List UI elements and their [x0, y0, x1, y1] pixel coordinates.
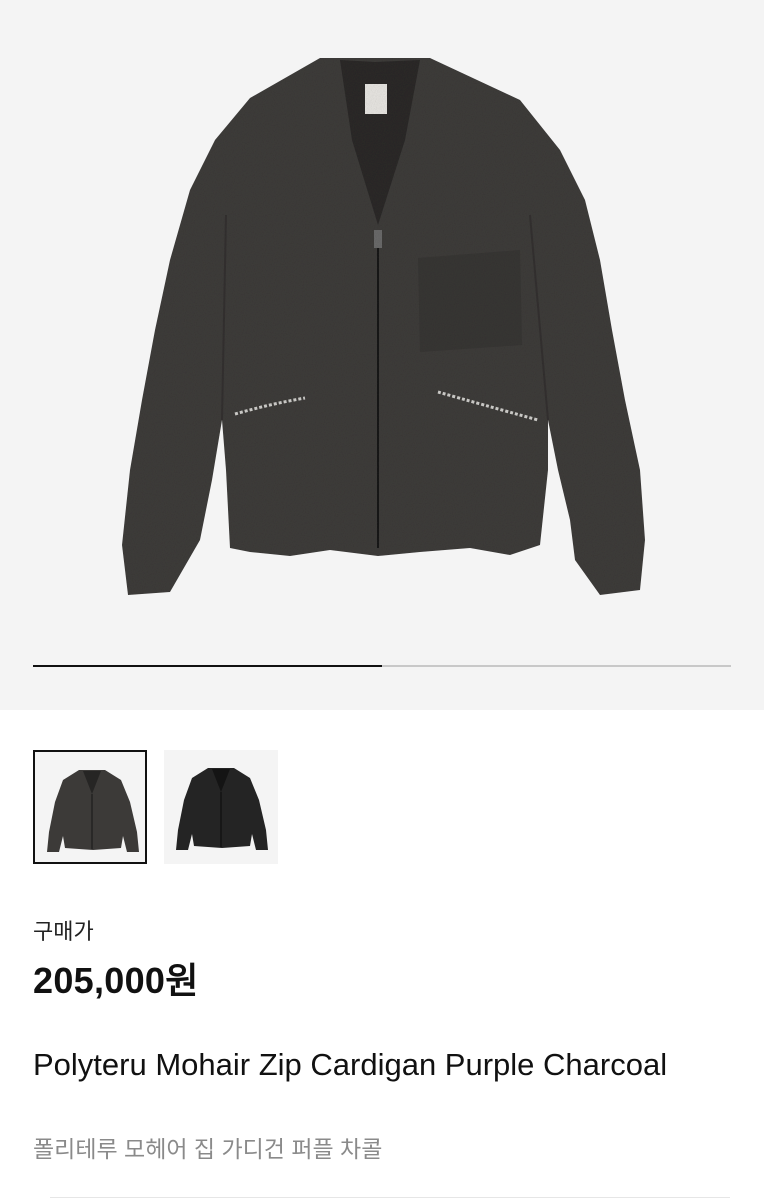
divider: [50, 1197, 730, 1198]
product-image-gallery[interactable]: [0, 0, 764, 710]
thumbnail-strip: [33, 750, 278, 864]
product-name-korean: 폴리테루 모헤어 집 가디건 퍼플 차콜: [33, 1136, 383, 1162]
thumbnail-2[interactable]: [164, 750, 278, 864]
cardigan-thumbnail-image: [176, 768, 268, 850]
gallery-progress-bar: [33, 665, 731, 667]
product-name: Polyteru Mohair Zip Cardigan Purple Char…: [33, 1047, 668, 1082]
thumbnail-1[interactable]: [33, 750, 147, 864]
cardigan-thumbnail-image: [47, 770, 139, 852]
price-value: 205,000원: [33, 960, 199, 1001]
gallery-progress-fill: [33, 665, 382, 667]
price-label: 구매가: [33, 919, 94, 944]
cardigan-image: [122, 58, 645, 595]
